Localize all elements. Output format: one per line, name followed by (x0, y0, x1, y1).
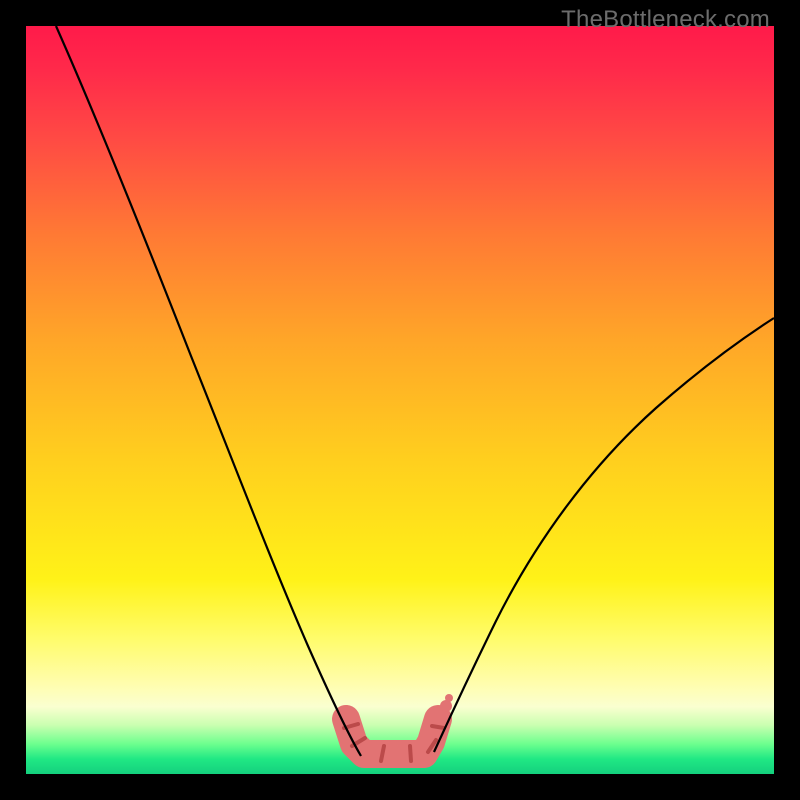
worm-minimum-marker (344, 694, 453, 761)
right-curve (434, 318, 774, 752)
chart-frame: TheBottleneck.com (0, 0, 800, 800)
curves-layer (26, 26, 774, 774)
plot-area (26, 26, 774, 774)
watermark-text: TheBottleneck.com (561, 6, 770, 34)
left-curve (56, 26, 361, 756)
